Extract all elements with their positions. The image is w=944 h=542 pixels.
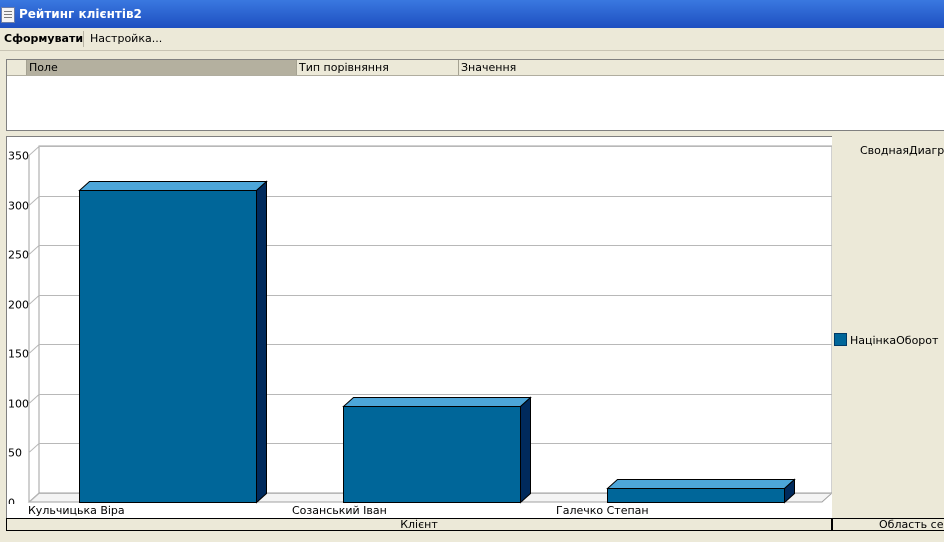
bar[interactable] [606, 478, 796, 504]
bar-chart[interactable]: 050100150200250300350 [7, 137, 834, 510]
category-label: Кульчицька Віра [28, 504, 125, 517]
filter-column-field[interactable]: Поле [27, 60, 297, 75]
bar-top[interactable] [342, 397, 532, 407]
bar-side[interactable] [520, 396, 531, 504]
bar-front[interactable] [343, 406, 521, 503]
legend-swatch [834, 333, 847, 346]
bar-top[interactable] [606, 479, 796, 489]
toolbar: Сформувати Настройка... [0, 28, 944, 51]
bar-top[interactable] [78, 181, 268, 191]
bar-front[interactable] [607, 488, 785, 503]
filter-column-value[interactable]: Значення [459, 60, 944, 75]
bar[interactable] [78, 180, 268, 504]
bar-side[interactable] [256, 180, 267, 504]
y-tick-label: 150 [8, 348, 29, 361]
y-tick-label: 50 [8, 447, 22, 460]
legend-title: СводнаяДиаграмма [860, 144, 944, 157]
category-label: Галечко Степан [556, 504, 649, 517]
gridline-side [28, 295, 40, 305]
y-tick-label: 200 [8, 299, 29, 312]
legend-item[interactable]: НацінкаОборот [834, 333, 938, 347]
generate-button[interactable]: Сформувати [4, 31, 83, 47]
report-icon [1, 7, 15, 23]
gridline-side [28, 344, 40, 354]
filter-table[interactable]: Поле Тип порівняння Значення [6, 59, 944, 131]
chart-panel[interactable]: 0 50 100 150 200 250 300 350 [6, 136, 834, 520]
bar[interactable] [342, 396, 532, 504]
filter-column-comparison[interactable]: Тип порівняння [297, 60, 459, 75]
legend-panel: СводнаяДиаграмма НацінкаОборот [832, 136, 944, 518]
category-labels: Кульчицька Віра Созанський Іван Галечко … [6, 503, 832, 518]
y-tick-label: 100 [8, 398, 29, 411]
gridline-side [28, 196, 40, 206]
gridline-side [28, 443, 40, 453]
settings-button[interactable]: Настройка... [90, 31, 162, 47]
series-area[interactable]: Область серий [832, 518, 944, 531]
filter-table-header: Поле Тип порівняння Значення [7, 60, 944, 76]
bar-front[interactable] [79, 190, 257, 503]
category-label: Созанський Іван [292, 504, 387, 517]
gridline-side [28, 245, 40, 255]
category-field-button[interactable]: Клієнт [6, 518, 832, 531]
y-tick-label: 300 [8, 200, 29, 213]
toolbar-separator [83, 31, 84, 47]
filter-row-selector-header [7, 60, 27, 75]
y-tick-label: 350 [8, 150, 29, 163]
legend-series-label: НацінкаОборот [850, 334, 939, 347]
window-title-bar: Рейтинг клієнтів2 [0, 0, 944, 28]
gridline-side [28, 394, 40, 404]
window-title: Рейтинг клієнтів2 [19, 7, 142, 21]
y-tick-label: 250 [8, 249, 29, 262]
gridline-side [28, 146, 40, 156]
